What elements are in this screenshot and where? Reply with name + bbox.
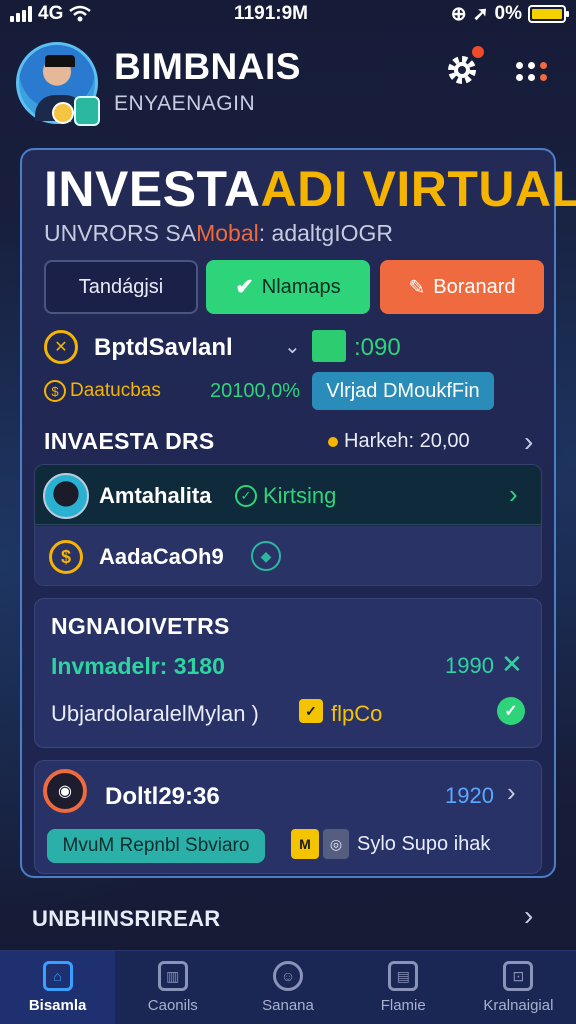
card-text: Sylo Supo ihak: [357, 833, 491, 855]
card-tag: flpCo: [331, 701, 383, 726]
alarm-icon: ⊕: [450, 3, 467, 25]
location-icon: ➚: [472, 3, 489, 25]
close-icon[interactable]: ✕: [501, 649, 523, 680]
more-menu-button[interactable]: [514, 54, 550, 90]
lock-icon: ⊡: [503, 961, 534, 991]
status-bar: 4G 1191:9M ⊕ ➚ 0%: [0, 0, 576, 28]
checkbox[interactable]: ✓: [299, 699, 323, 723]
stats-row: ✕ BptdSavlanl ⌄ :090: [44, 328, 542, 368]
orange-action-button[interactable]: ✎ Boranard: [380, 260, 544, 314]
investors-meta: Harkeh: 20,00: [328, 430, 470, 453]
profile-icon: ☺: [273, 961, 303, 991]
coin-badge-icon: [52, 102, 74, 124]
signal-icon: [10, 6, 32, 22]
wallet-badge-icon: [74, 96, 100, 126]
check-circle-icon: ✓: [235, 485, 257, 507]
stats-row2-value: 20100,0%: [210, 380, 301, 402]
carrier-label: 4G: [38, 3, 64, 24]
chevron-right-icon: ›: [509, 479, 518, 509]
notification-dot: [472, 46, 484, 58]
bottom-section-header: UNBHINSRIREAR ›: [32, 900, 552, 936]
battery-icon: [528, 5, 569, 23]
check-circle-icon[interactable]: ✓: [497, 697, 525, 725]
investor-name: AadaCaOh9: [99, 544, 224, 569]
card-title: Doltl29:36: [105, 783, 220, 810]
lifebuoy-icon: ◉: [43, 769, 87, 813]
green-action-button[interactable]: ✔ Nlamaps: [206, 260, 370, 314]
card-value: 1990: [445, 653, 494, 678]
header: BIMBNAIS ENYAENAGIN: [14, 40, 562, 130]
tab-charts[interactable]: ▥ Caonils: [115, 951, 230, 1024]
chevron-right-icon[interactable]: ›: [524, 900, 533, 932]
wifi-icon: [69, 5, 92, 22]
stats-value: :090: [354, 334, 401, 361]
investor-status: ✓ Kirtsing: [235, 483, 336, 509]
schedule-card: ◉ Doltl29:36 1920 › MvuM Repnbl Sbviaro …: [34, 760, 542, 874]
investor-name: Amtahalita: [99, 483, 212, 508]
battery-percent: 0%: [494, 3, 522, 24]
dollar-coin-icon: $: [49, 540, 83, 574]
list-item[interactable]: $ AadaCaOh9 ◆: [35, 526, 541, 585]
action-buttons: Tandágjsi ✔ Nlamaps ✎ Boranard: [44, 260, 544, 314]
check-icon: ✔: [235, 274, 254, 299]
stats-row-2: $ Daatucbas 20100,0% Vlrjad DMoukfFin: [44, 372, 542, 412]
chevron-right-icon[interactable]: ›: [524, 426, 533, 458]
stats-label: BptdSavlanl: [94, 334, 233, 361]
pencil-icon: ✎: [408, 276, 426, 299]
virtual-pill-button[interactable]: Vlrjad DMoukfFin: [312, 372, 494, 410]
outline-button[interactable]: Tandágjsi: [44, 260, 198, 314]
app-subtitle: ENYAENAGIN: [114, 92, 256, 115]
report-pill-button[interactable]: MvuM Repnbl Sbviaro: [47, 829, 265, 863]
sort-chevron-icon[interactable]: ⌄: [284, 334, 301, 359]
tab-documents[interactable]: ▤ Flamie: [346, 951, 461, 1024]
pin-icon: ◎: [323, 829, 349, 859]
card-line: Invmadelr: 3180: [51, 653, 225, 679]
list-item[interactable]: Amtahalita ✓ Kirtsing ›: [35, 465, 541, 525]
shield-icon: ◆: [251, 541, 281, 571]
stats-row2-label: Daatucbas: [70, 380, 161, 401]
card-title: NGNAIOIVETRS: [51, 613, 230, 639]
tab-home[interactable]: ⌂ Bisamla: [0, 951, 116, 1024]
investor-avatar: [43, 473, 89, 519]
clock: 1191:9M: [234, 3, 308, 24]
investors-detail-card: NGNAIOIVETRS Invmadelr: 3180 1990 ✕ Ubja…: [34, 598, 542, 748]
badge-icon: M: [291, 829, 319, 859]
yellow-dot-icon: [328, 436, 338, 447]
card-line-2: UbjardolaralelMylan ): [51, 701, 259, 726]
hero-title: INVESTAADI VIRTUAL: [44, 161, 576, 217]
document-icon: ▤: [388, 961, 419, 991]
investors-title: INVAESTA DRS: [44, 428, 215, 454]
tab-profile[interactable]: ☺ Sanana: [230, 951, 345, 1024]
app-title: BIMBNAIS: [114, 46, 301, 87]
mini-icons: M ◎: [291, 829, 349, 859]
tab-bar: ⌂ Bisamla ▥ Caonils ☺ Sanana ▤ Flamie ⊡ …: [0, 950, 576, 1024]
chart-icon: ▥: [157, 961, 188, 991]
investors-list: Amtahalita ✓ Kirtsing › $ AadaCaOh9 ◆: [34, 464, 542, 586]
home-icon: ⌂: [42, 961, 73, 991]
chevron-right-icon[interactable]: ›: [507, 777, 516, 808]
investors-header: INVAESTA DRS Harkeh: 20,00 ›: [44, 426, 542, 460]
green-status-icon: [312, 330, 346, 362]
tab-security[interactable]: ⊡ Kralnaigial: [461, 951, 576, 1024]
card-value: 1920: [445, 783, 494, 808]
cog-coin-icon: ✕: [44, 330, 78, 364]
main-card: INVESTAADI VIRTUAL UNVRORS SAMobal: adal…: [20, 148, 576, 878]
hero-subtitle: UNVRORS SAMobal: adaltgIOGR: [44, 220, 393, 246]
section-title: UNBHINSRIREAR: [32, 906, 221, 931]
coin-icon: $: [44, 380, 66, 402]
